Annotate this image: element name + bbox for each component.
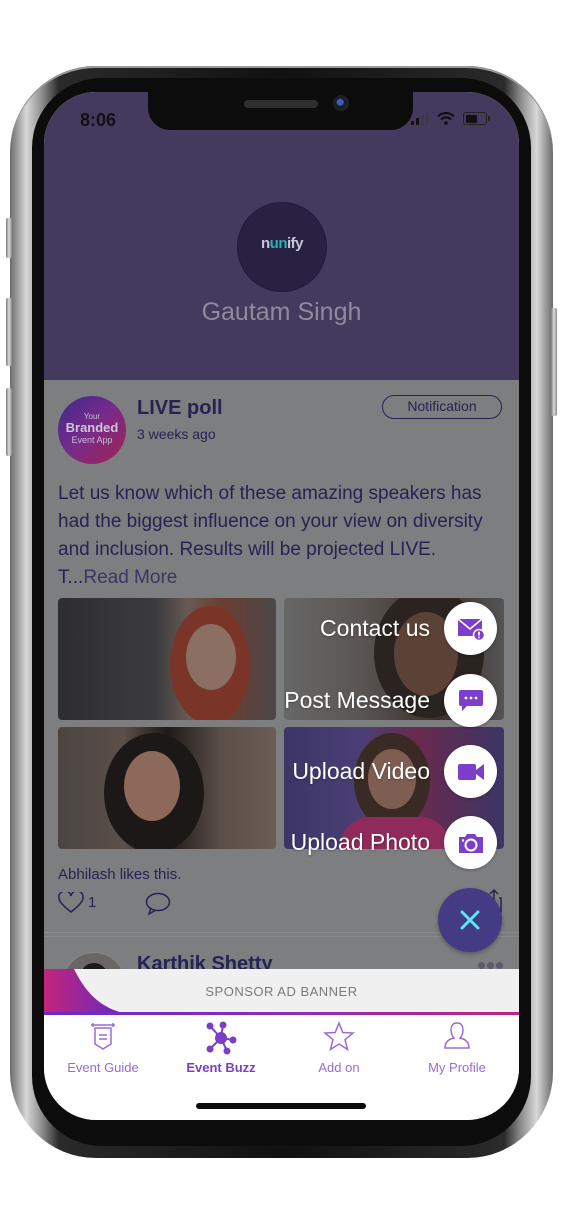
- speaker-photo[interactable]: [58, 727, 276, 849]
- tab-label: Event Buzz: [186, 1060, 256, 1075]
- video-camera-icon: [457, 763, 484, 780]
- speaker-grille: [244, 100, 318, 108]
- front-camera: [333, 95, 349, 111]
- wifi-icon: [437, 112, 455, 125]
- likes-summary: Abhilash likes this.: [58, 866, 182, 883]
- volume-up-button: [6, 298, 12, 366]
- fab-item-upload-video[interactable]: Upload Video: [292, 745, 497, 798]
- tab-my-profile[interactable]: My Profile: [398, 1021, 516, 1075]
- profile-header: 8:06 nunify Gautam Singh: [44, 92, 519, 380]
- cellular-signal-icon: [411, 112, 429, 125]
- read-more-link[interactable]: Read More: [83, 567, 177, 588]
- tab-label: Event Guide: [67, 1060, 139, 1075]
- heart-icon[interactable]: [58, 892, 84, 914]
- like-count: 1: [88, 894, 97, 911]
- chat-bubble-icon: [458, 689, 483, 711]
- tab-event-buzz[interactable]: Event Buzz: [162, 1021, 280, 1075]
- person-icon: [444, 1022, 470, 1049]
- contact-us-button[interactable]: [444, 602, 497, 655]
- more-options-icon[interactable]: [478, 962, 503, 969]
- tab-label: Add on: [318, 1060, 360, 1075]
- ad-banner-text: SPONSOR AD BANNER: [205, 984, 358, 999]
- fab-item-contact-us[interactable]: Contact us: [320, 602, 497, 655]
- network-hub-icon: [206, 1021, 237, 1055]
- upload-photo-button[interactable]: [444, 816, 497, 869]
- avatar-text-line: Branded: [65, 420, 119, 435]
- post-body: Let us know which of these amazing speak…: [58, 480, 508, 592]
- user-name: Gautam Singh: [201, 298, 362, 326]
- volume-down-button: [6, 388, 12, 456]
- fab-item-post-message[interactable]: Post Message: [284, 674, 497, 727]
- signboard-icon: [91, 1023, 115, 1050]
- status-icons: [411, 112, 490, 125]
- nunify-logo: nunify: [260, 235, 304, 252]
- tab-add-on[interactable]: Add on: [280, 1020, 398, 1075]
- close-fab-button[interactable]: [438, 888, 502, 952]
- fab-label: Upload Photo: [290, 829, 430, 855]
- notification-badge: Notification: [382, 395, 502, 419]
- fab-label: Upload Video: [292, 758, 430, 784]
- post-title: LIVE poll: [137, 397, 223, 419]
- upload-video-button[interactable]: [444, 745, 497, 798]
- post-avatar[interactable]: Your Branded Event App: [58, 396, 126, 464]
- camera-icon: [458, 833, 483, 853]
- speaker-photo[interactable]: [58, 598, 276, 720]
- post-message-button[interactable]: [444, 674, 497, 727]
- mail-alert-icon: [456, 617, 485, 641]
- power-button: [551, 308, 557, 416]
- tab-label: My Profile: [428, 1060, 486, 1075]
- fab-label: Contact us: [320, 615, 430, 641]
- tab-event-guide[interactable]: Event Guide: [44, 1021, 162, 1075]
- sponsor-ad-banner[interactable]: SPONSOR AD BANNER: [44, 969, 519, 1015]
- post-timestamp: 3 weeks ago: [137, 426, 216, 442]
- fab-label: Post Message: [284, 687, 430, 713]
- mute-switch: [6, 218, 12, 258]
- star-icon: [323, 1020, 355, 1052]
- battery-icon: [463, 112, 490, 125]
- close-icon: [460, 910, 480, 930]
- phone-screen: 8:06 nunify Gautam Singh Your Branded Ev…: [44, 92, 519, 1120]
- status-time: 8:06: [80, 110, 117, 130]
- comment-icon[interactable]: [145, 892, 171, 916]
- profile-avatar[interactable]: nunify: [237, 202, 327, 292]
- fab-item-upload-photo[interactable]: Upload Photo: [291, 816, 497, 869]
- notch: [148, 92, 413, 130]
- home-indicator[interactable]: [196, 1103, 366, 1109]
- avatar-text-line: Event App: [71, 435, 113, 445]
